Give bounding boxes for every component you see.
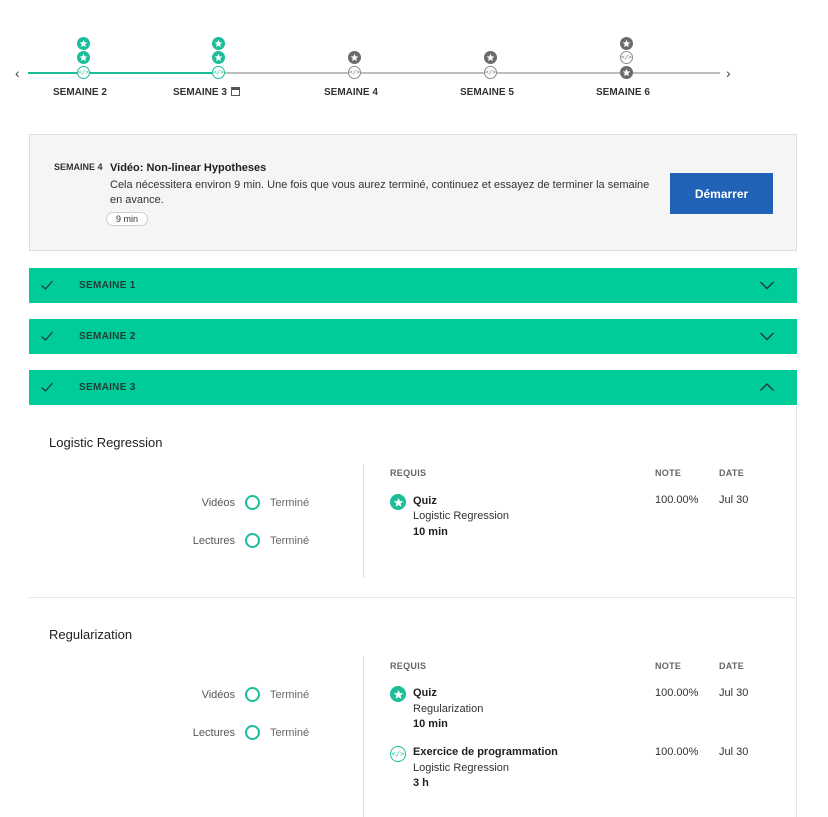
progress-label: Lectures [192,727,235,739]
progress-status: Terminé [270,535,310,547]
chevron-down-icon [760,332,774,341]
header-date: DATE [719,661,745,671]
week-bar-label: SEMAINE 1 [79,280,136,291]
chevron-down-icon [760,281,774,290]
week-bar-semaine-3[interactable]: SEMAINE 3 [29,370,797,405]
code-icon: </> [212,66,225,79]
week-bar-semaine-1[interactable]: SEMAINE 1 [29,268,797,303]
week-bar-label: SEMAINE 3 [79,382,136,393]
timeline-label-week3-text: SEMAINE 3 [173,87,227,98]
header-grade: NOTE [655,661,682,671]
star-icon [348,51,361,64]
lesson-title: Logistic Regression [49,435,163,450]
quiz-star-icon [390,686,406,702]
quiz-star-icon [390,494,406,510]
item-type-programming[interactable]: Exercice de programmation [413,746,558,758]
item-name: Regularization [413,703,484,715]
header-required: REQUIS [390,468,427,478]
star-icon [77,37,90,50]
check-icon [41,331,53,341]
item-name: Logistic Regression [413,510,509,522]
next-item-week: SEMAINE 4 [54,162,103,172]
timeline-prev-arrow[interactable]: ‹ [15,64,20,82]
timeline-label-week5[interactable]: SEMAINE 5 [460,87,514,98]
timeline-remaining-line [218,72,720,74]
week-bar-semaine-2[interactable]: SEMAINE 2 [29,319,797,354]
code-icon: </> [620,51,633,64]
calendar-icon [230,87,240,96]
lesson-logistic-regression: Logistic Regression Vidéos Terminé Lectu… [29,406,797,597]
progress-circle-icon [245,495,260,510]
lesson-regularization: Regularization Vidéos Terminé Lectures T… [29,598,797,817]
progress-label: Vidéos [201,497,235,509]
star-icon [620,66,633,79]
progress-circle-icon [245,533,260,548]
timeline-label-week3[interactable]: SEMAINE 3 [173,87,240,98]
item-date: Jul 30 [719,687,749,699]
progress-status: Terminé [270,689,310,701]
timeline-label-week6[interactable]: SEMAINE 6 [596,87,650,98]
progress-status: Terminé [270,497,310,509]
chevron-up-icon [760,383,774,391]
item-grade: 100.00% [655,746,699,758]
header-grade: NOTE [655,468,682,478]
next-item-card: SEMAINE 4 Vidéo: Non-linear Hypotheses C… [29,134,797,251]
code-icon: </> [484,66,497,79]
next-item-description: Cela nécessitera environ 9 min. Une fois… [110,179,650,206]
header-date: DATE [719,468,745,478]
item-type-quiz[interactable]: Quiz [413,687,437,699]
progress-status: Terminé [270,727,310,739]
item-duration: 10 min [413,526,448,538]
header-required: REQUIS [390,661,427,671]
column-divider [363,656,364,817]
progress-circle-icon [245,687,260,702]
star-icon [620,37,633,50]
star-icon [77,51,90,64]
code-icon: </> [390,746,406,762]
item-duration: 10 min [413,718,448,730]
lesson-title: Regularization [49,627,133,642]
item-type-quiz[interactable]: Quiz [413,495,437,507]
timeline-label-week4[interactable]: SEMAINE 4 [324,87,378,98]
next-item-title[interactable]: Vidéo: Non-linear Hypotheses [110,162,266,174]
star-icon [212,51,225,64]
star-icon [212,37,225,50]
timeline-label-week2[interactable]: SEMAINE 2 [53,87,107,98]
item-duration: 3 h [413,777,429,789]
start-button[interactable]: Démarrer [670,173,773,214]
check-icon [41,382,53,392]
timeline-progress-line [28,72,218,74]
progress-label: Lectures [192,535,235,547]
item-grade: 100.00% [655,494,699,506]
code-icon: </> [348,66,361,79]
item-name: Logistic Regression [413,762,509,774]
progress-circle-icon [245,725,260,740]
star-icon [484,51,497,64]
code-icon: </> [77,66,90,79]
duration-pill: 9 min [106,212,149,226]
week-timeline: ‹ › </> SEMAINE 2 </> SEMAINE 3 </> SEMA… [0,0,828,120]
column-divider [363,464,364,578]
check-icon [41,280,53,290]
week-bar-label: SEMAINE 2 [79,331,136,342]
timeline-next-arrow[interactable]: › [726,64,731,82]
item-date: Jul 30 [719,494,749,506]
item-grade: 100.00% [655,687,699,699]
item-date: Jul 30 [719,746,749,758]
progress-label: Vidéos [201,689,235,701]
